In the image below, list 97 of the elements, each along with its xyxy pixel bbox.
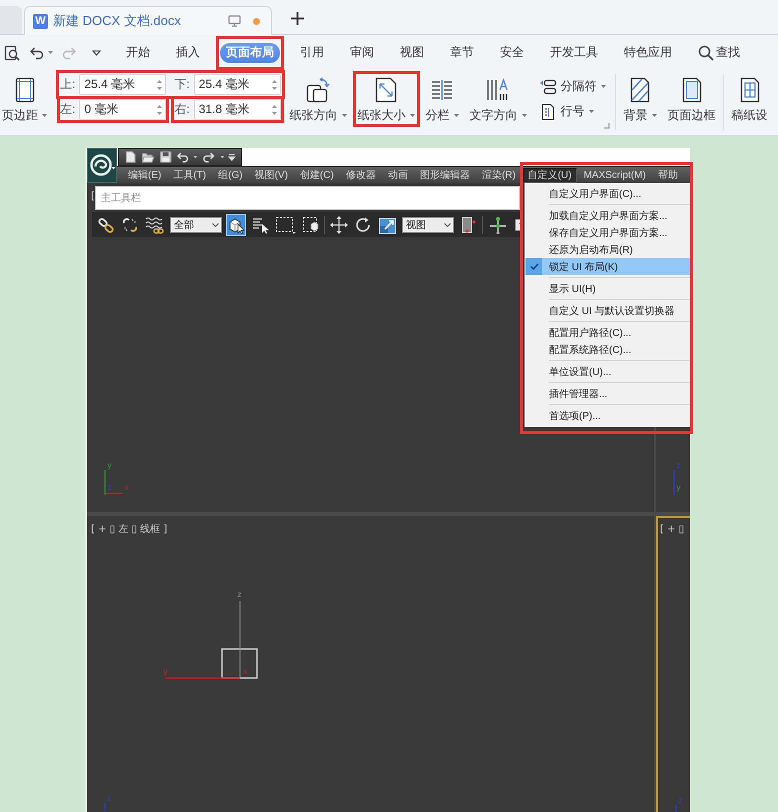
document-tab[interactable]: W 新建 DOCX 文档.docx: [24, 6, 272, 35]
page-magnifier-icon[interactable]: [4, 44, 20, 60]
spinner-icon[interactable]: [270, 102, 278, 116]
menu-bar-item[interactable]: 创建(C): [294, 168, 339, 182]
file-type-icon: W: [33, 14, 48, 28]
menu-bar-item[interactable]: 编辑(E): [123, 168, 166, 182]
bar-dots-icon: [459, 216, 477, 234]
ribbon-button[interactable]: 分隔符: [538, 76, 606, 97]
new-file-icon[interactable]: [124, 150, 138, 164]
axis-label: z: [237, 590, 242, 599]
rotate-pages-icon: [305, 77, 332, 103]
field-label: 左:: [60, 101, 76, 118]
menu-bar-item[interactable]: 图形编辑器: [414, 168, 475, 182]
ribbon-button[interactable]: 纸张大小: [356, 74, 417, 124]
triangle-down-icon[interactable]: [92, 50, 101, 56]
search-button[interactable]: 查找: [698, 44, 740, 61]
ribbon-button[interactable]: 文字方向: [468, 74, 529, 124]
axis-label: z: [676, 461, 681, 470]
spinner-icon[interactable]: [156, 102, 164, 116]
axis-label: x: [243, 667, 248, 676]
list-cursor-icon: [251, 216, 269, 234]
caret-icon: [212, 222, 219, 226]
spinner-icon[interactable]: [156, 78, 164, 92]
axis-label: z: [678, 796, 683, 805]
menu-bar-item[interactable]: 组(G): [213, 168, 248, 182]
viewport-label[interactable]: [: [91, 191, 95, 203]
menu-bar-item[interactable]: 帮助: [652, 168, 683, 182]
toolbar-title: 主工具栏: [95, 186, 520, 210]
spinner-icon[interactable]: [270, 78, 278, 92]
margin-input[interactable]: 25.4 毫米: [194, 74, 281, 95]
tool-button[interactable]: [329, 214, 349, 236]
waves-chain-icon: [145, 216, 165, 234]
broken-link-icon: [121, 216, 139, 234]
viewport-label[interactable]: [ + ▯ 左 ▯ 线框 ]: [91, 524, 168, 536]
move-arrows-icon: [330, 216, 348, 234]
monitor-icon[interactable]: [228, 15, 241, 27]
field-label: 上:: [60, 76, 76, 93]
viewport[interactable]: [ + ▯ z: [656, 516, 690, 812]
dropdown[interactable]: 视图: [402, 216, 454, 232]
box-wireframe: [221, 648, 258, 679]
redo-icon[interactable]: [202, 150, 216, 164]
axis-label: y: [163, 667, 168, 676]
ribbon-tab[interactable]: 特色应用: [618, 42, 678, 62]
field-label: 下:: [174, 76, 190, 93]
tool-button[interactable]: [226, 214, 246, 236]
caret-icon: [444, 222, 451, 226]
cube-cursor-icon: [227, 216, 245, 234]
undo-icon[interactable]: [29, 44, 45, 60]
axis-label: y: [107, 461, 112, 470]
dashed-rectangle-cube-icon: [302, 216, 319, 234]
field-label: 右:: [174, 101, 190, 118]
ribbon-tab[interactable]: 引用: [294, 42, 330, 62]
ribbon-tab[interactable]: 审阅: [344, 42, 380, 62]
menu-item[interactable]: 锁定 UI 布局(K): [525, 258, 690, 275]
ribbon-button[interactable]: 纸张方向: [288, 74, 349, 124]
menu-bar-item[interactable]: 渲染(R): [476, 168, 521, 182]
stacked-bars-icon: [538, 78, 557, 94]
undo-icon[interactable]: [176, 150, 190, 164]
menu-bar-item[interactable]: MAXScript(M): [578, 168, 651, 182]
cross-dots-icon: [488, 216, 508, 234]
margin-input[interactable]: 25.4 毫米: [79, 74, 166, 95]
ribbon-tab[interactable]: 章节: [444, 42, 480, 62]
dashed-rectangle-icon: [275, 216, 296, 234]
search-icon: [698, 44, 714, 60]
ribbon-tab[interactable]: 安全: [494, 42, 530, 62]
circular-arrow-icon: [354, 216, 372, 234]
menu-bar-item[interactable]: 动画: [382, 168, 413, 182]
ribbon-button[interactable]: 页边距: [0, 74, 49, 124]
axis-label: z: [107, 483, 112, 492]
viewport-label[interactable]: [ + ▯: [660, 524, 684, 536]
corner-mark-icon[interactable]: [602, 122, 610, 129]
ribbon-tab[interactable]: 视图: [394, 42, 430, 62]
axis-label: y: [676, 483, 681, 492]
viewport[interactable]: [ + ▯ 左 ▯ 线框 ] z y x z: [87, 516, 654, 812]
ribbon-button[interactable]: 背景: [622, 74, 659, 124]
swirl-logo-icon[interactable]: [87, 148, 117, 183]
ribbon-tab[interactable]: 插入: [170, 42, 206, 62]
menu-bar-item[interactable]: 自定义(U): [522, 168, 577, 182]
caret-icon[interactable]: [48, 51, 53, 54]
save-icon[interactable]: [158, 150, 172, 164]
axis-label: z: [107, 794, 112, 803]
menu-bar-item[interactable]: 修改器: [340, 168, 381, 182]
ribbon-button[interactable]: 分栏: [424, 74, 461, 124]
margin-input[interactable]: 0 毫米: [79, 99, 166, 120]
margin-input[interactable]: 31.8 毫米: [194, 99, 281, 120]
axis-label: x: [124, 483, 129, 492]
ribbon-button[interactable]: 页面边框: [666, 74, 718, 124]
chain-link-icon: [97, 216, 115, 234]
ribbon-tab[interactable]: 开发工具: [544, 42, 604, 62]
plus-icon[interactable]: [291, 12, 304, 25]
menu-bar-item[interactable]: 视图(V): [250, 168, 293, 182]
ribbon-button[interactable]: 稿纸设: [730, 74, 770, 124]
ribbon-tab[interactable]: 开始: [120, 42, 156, 62]
ribbon-button[interactable]: 行号: [538, 101, 606, 122]
folder-icon[interactable]: [141, 150, 155, 164]
dropdown[interactable]: 全部: [170, 216, 222, 232]
menu-bar-item[interactable]: 工具(T): [168, 168, 212, 182]
